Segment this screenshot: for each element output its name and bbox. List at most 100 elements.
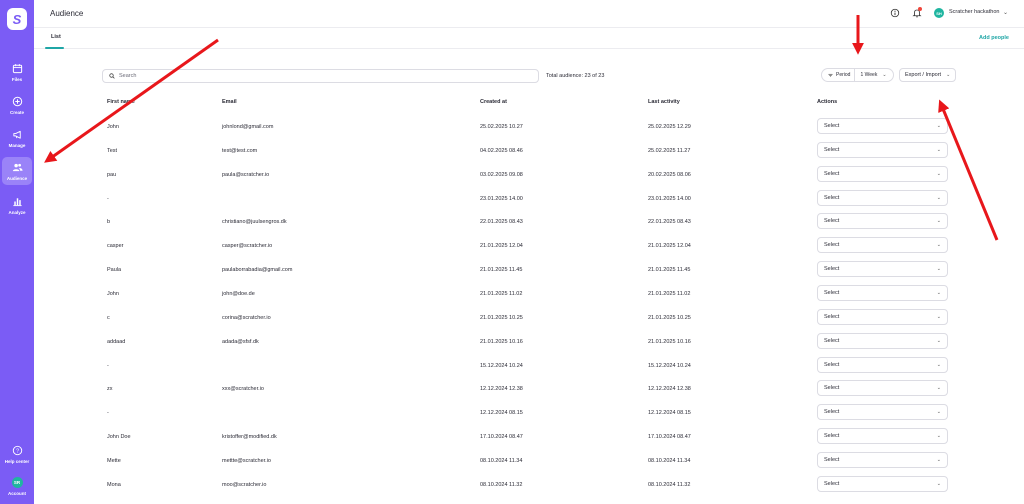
period-filter[interactable]: Period 1 Week ⌄ bbox=[821, 68, 894, 82]
cell-first-name: John bbox=[107, 124, 119, 130]
table-row: - 12.12.2024 08.15 12.12.2024 08.15 Select ⌄ bbox=[102, 402, 956, 426]
cell-email[interactable]: johnlond@gmail.com bbox=[222, 124, 273, 130]
action-select[interactable]: Select ⌄ bbox=[817, 428, 948, 445]
cell-first-name: c bbox=[107, 314, 110, 321]
cell-email[interactable]: paulaborrabadia@gmail.com bbox=[222, 267, 292, 273]
cell-created-at: 21.01.2025 11.45 bbox=[480, 267, 523, 274]
column-header-created-at[interactable]: Created at bbox=[480, 99, 507, 105]
action-select-label: Select bbox=[824, 170, 840, 177]
cell-first-name: - bbox=[107, 362, 109, 369]
table-row: - 15.12.2024 10.24 15.12.2024 10.24 Select ⌄ bbox=[102, 355, 956, 379]
chevron-down-icon: ⌄ bbox=[936, 313, 941, 320]
export-import-label: Export / Import bbox=[905, 72, 942, 78]
cell-last-activity: 20.02.2025 08.06 bbox=[648, 171, 691, 178]
cell-first-name: addaad bbox=[107, 338, 126, 345]
action-select[interactable]: Select ⌄ bbox=[817, 261, 948, 278]
action-select[interactable]: Select ⌄ bbox=[817, 118, 948, 134]
cell-email[interactable]: adada@sfsf.dk bbox=[222, 339, 259, 345]
add-people-button[interactable]: Add people bbox=[979, 35, 1009, 41]
tab-bar: List Add people bbox=[34, 28, 1024, 49]
cell-email[interactable]: christiano@juulsengros.dk bbox=[222, 219, 287, 225]
cell-last-activity: 21.01.2025 10.25 bbox=[648, 314, 691, 321]
cell-created-at: 17.10.2024 08.47 bbox=[480, 434, 523, 441]
sidebar-item-manage[interactable]: Manage bbox=[2, 124, 32, 152]
table-row: pau paula@scratcher.io 03.02.2025 09.08 20.… bbox=[102, 164, 956, 188]
action-select-label: Select bbox=[824, 146, 840, 153]
chevron-down-icon: ⌄ bbox=[882, 72, 887, 78]
column-header-email[interactable]: Email bbox=[222, 99, 237, 105]
action-select-label: Select bbox=[824, 266, 840, 273]
cell-first-name: John bbox=[107, 290, 119, 297]
chevron-down-icon: ⌄ bbox=[936, 385, 941, 392]
user-avatar[interactable]: SH bbox=[934, 8, 944, 18]
action-select[interactable]: Select ⌄ bbox=[817, 284, 948, 301]
cell-last-activity: 21.01.2025 11.45 bbox=[648, 267, 691, 274]
table-row: casper casper@scratcher.io 21.01.2025 12.0… bbox=[102, 235, 956, 259]
action-select[interactable]: Select ⌄ bbox=[817, 141, 948, 158]
cell-created-at: 15.12.2024 10.24 bbox=[480, 362, 523, 369]
cell-email[interactable]: corina@scratcher.io bbox=[222, 315, 271, 321]
action-select[interactable]: Select ⌄ bbox=[817, 451, 948, 468]
period-label: Period bbox=[836, 72, 851, 78]
cell-email[interactable]: moo@scratcher.io bbox=[222, 482, 266, 488]
sidebar-item-analyze[interactable]: Analyze bbox=[2, 191, 32, 219]
people-icon bbox=[12, 163, 23, 171]
cell-email[interactable]: xxx@scratcher.io bbox=[222, 386, 264, 392]
chevron-down-icon: ⌄ bbox=[936, 289, 941, 296]
cell-email[interactable]: test@test.com bbox=[222, 148, 257, 154]
action-select[interactable]: Select ⌄ bbox=[817, 404, 948, 421]
action-select[interactable]: Select ⌄ bbox=[817, 189, 948, 206]
app-logo[interactable]: S bbox=[7, 8, 27, 30]
action-select[interactable]: Select ⌄ bbox=[817, 213, 948, 230]
sidebar-item-label: Files bbox=[11, 76, 23, 82]
action-select-label: Select bbox=[824, 456, 840, 463]
cell-email[interactable]: mettte@scratcher.io bbox=[222, 458, 271, 464]
chevron-down-icon: ⌄ bbox=[936, 337, 941, 344]
chevron-down-icon: ⌄ bbox=[936, 433, 941, 440]
total-audience-count: Total audience: 23 of 23 bbox=[546, 73, 605, 79]
user-name[interactable]: Scratcher hackathon bbox=[949, 9, 999, 15]
action-select[interactable]: Select ⌄ bbox=[817, 475, 948, 492]
active-tab-indicator bbox=[45, 47, 64, 49]
cell-first-name: - bbox=[107, 410, 109, 417]
column-header-actions: Actions bbox=[817, 99, 838, 105]
search-input[interactable] bbox=[119, 73, 519, 79]
sidebar-item-audience[interactable]: Audience bbox=[2, 157, 32, 185]
table-row: Mette mettte@scratcher.io 08.10.2024 11.34… bbox=[102, 450, 956, 474]
cell-last-activity: 21.01.2025 11.02 bbox=[648, 290, 691, 297]
cell-created-at: 03.02.2025 09.08 bbox=[480, 171, 523, 178]
sidebar-item-create[interactable]: Create bbox=[2, 91, 32, 119]
account-avatar: SR bbox=[11, 476, 23, 488]
sidebar-item-help[interactable]: ? Help center bbox=[2, 440, 32, 468]
cell-last-activity: 21.01.2025 12.04 bbox=[648, 243, 691, 250]
cell-last-activity: 12.12.2024 08.15 bbox=[648, 410, 691, 417]
action-select[interactable]: Select ⌄ bbox=[817, 308, 948, 325]
account-label: Account bbox=[8, 490, 26, 496]
action-select[interactable]: Select ⌄ bbox=[817, 165, 948, 182]
chevron-down-icon[interactable]: ⌄ bbox=[1003, 9, 1008, 16]
period-select[interactable]: 1 Week ⌄ bbox=[855, 72, 886, 78]
cell-email[interactable]: kristoffer@modified.dk bbox=[222, 434, 277, 440]
action-select[interactable]: Select ⌄ bbox=[817, 237, 948, 254]
chevron-down-icon: ⌄ bbox=[936, 361, 941, 368]
tab-list[interactable]: List bbox=[45, 28, 67, 48]
cell-email[interactable]: paula@scratcher.io bbox=[222, 172, 269, 178]
table-row: John Doe kristoffer@modified.dk 17.10.2024… bbox=[102, 426, 956, 450]
action-select-label: Select bbox=[824, 337, 840, 344]
action-select-label: Select bbox=[824, 361, 840, 368]
search-box[interactable] bbox=[102, 69, 539, 83]
sidebar-item-files[interactable]: Files bbox=[2, 58, 32, 86]
column-header-first-name[interactable]: First name bbox=[107, 99, 135, 105]
action-select[interactable]: Select ⌄ bbox=[817, 332, 948, 349]
export-import-button[interactable]: Export / Import ⌄ bbox=[899, 68, 956, 82]
action-select[interactable]: Select ⌄ bbox=[817, 356, 948, 373]
column-header-last-activity[interactable]: Last activity bbox=[648, 99, 680, 105]
action-select-label: Select bbox=[824, 385, 840, 392]
info-icon[interactable] bbox=[890, 8, 900, 18]
sidebar-item-account[interactable]: SR Account bbox=[2, 472, 32, 500]
chevron-down-icon: ⌄ bbox=[936, 218, 941, 225]
cell-email[interactable]: casper@scratcher.io bbox=[222, 243, 272, 249]
cell-email[interactable]: john@doe.de bbox=[222, 291, 255, 297]
action-select[interactable]: Select ⌄ bbox=[817, 380, 948, 397]
cell-last-activity: 15.12.2024 10.24 bbox=[648, 362, 691, 369]
